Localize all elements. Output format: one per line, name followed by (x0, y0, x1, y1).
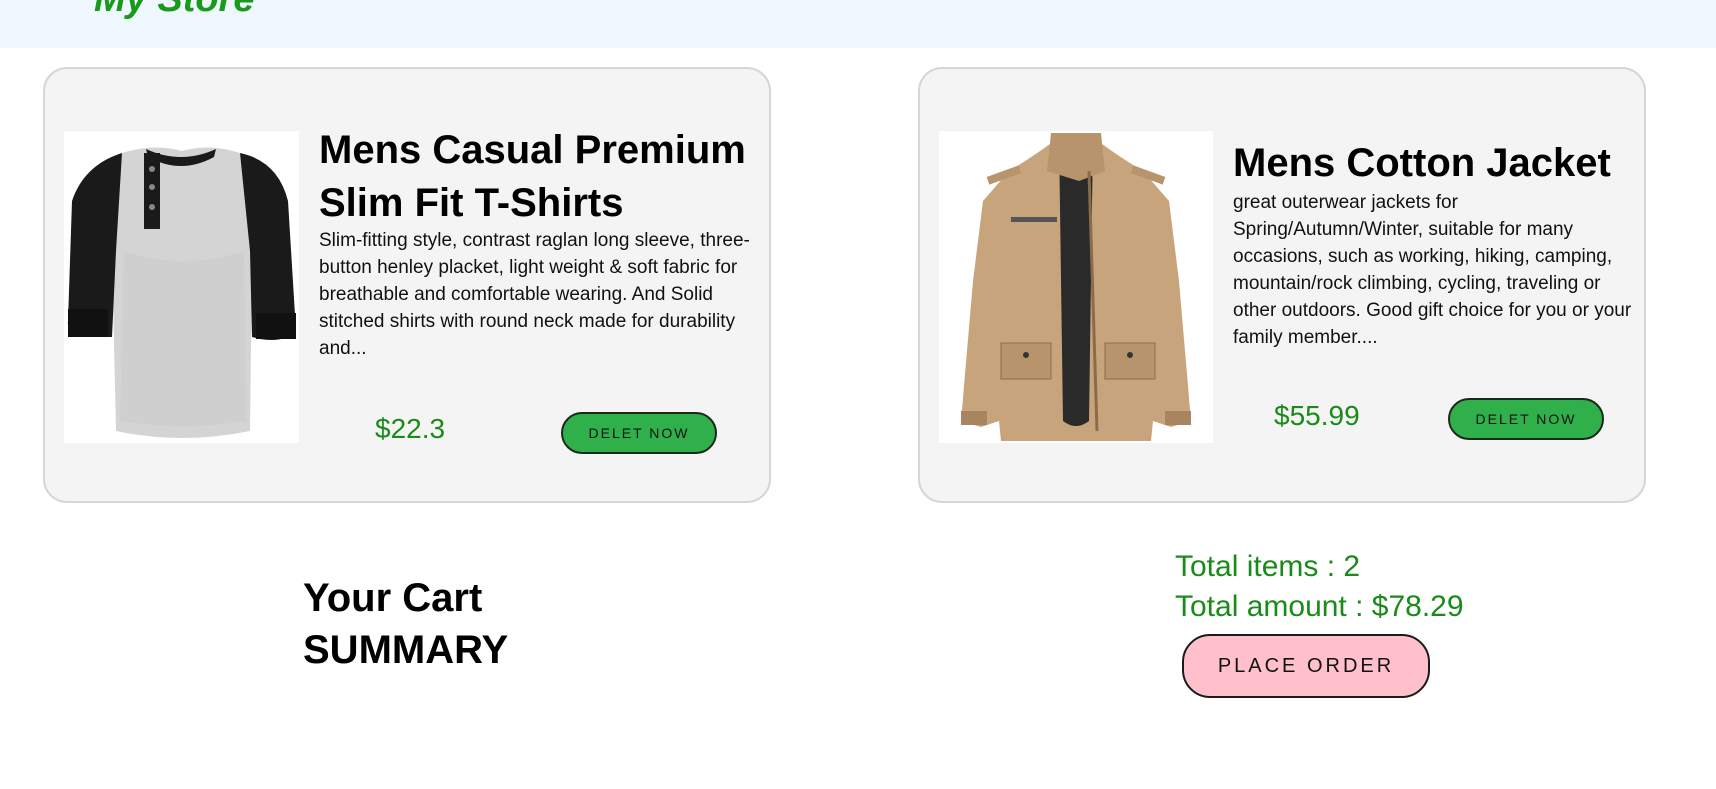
product-price: $22.3 (375, 413, 446, 444)
summary-title-line2: SUMMARY (303, 628, 509, 672)
store-title[interactable]: My Store (94, 0, 254, 21)
cart-item-card: Mens Casual Premium Slim Fit T-Shirts Sl… (43, 67, 771, 503)
cotton-jacket-image (939, 131, 1213, 443)
place-order-button[interactable]: PLACE ORDER (1182, 634, 1430, 698)
site-header: My Store (0, 0, 1716, 48)
cart-item-card: Mens Cotton Jacket great outerwear jacke… (918, 67, 1646, 503)
total-items: Total items : 2 (1175, 550, 1361, 583)
total-amount: Total amount : $78.29 (1175, 590, 1464, 623)
product-title: Mens Casual Premium Slim Fit T-Shirts (319, 128, 746, 225)
product-description: Slim-fitting style, contrast raglan long… (319, 230, 750, 359)
raglan-henley-shirt-image (64, 131, 299, 443)
product-title: Mens Cotton Jacket (1233, 141, 1611, 185)
product-price: $55.99 (1274, 400, 1360, 431)
cart-summary-heading: Your Cart SUMMARY (303, 572, 508, 676)
summary-title-line1: Your Cart (303, 576, 483, 620)
delete-now-button[interactable]: DELET NOW (561, 412, 717, 454)
product-description: great outerwear jackets for Spring/Autum… (1233, 192, 1632, 348)
delete-now-button[interactable]: DELET NOW (1448, 398, 1604, 440)
